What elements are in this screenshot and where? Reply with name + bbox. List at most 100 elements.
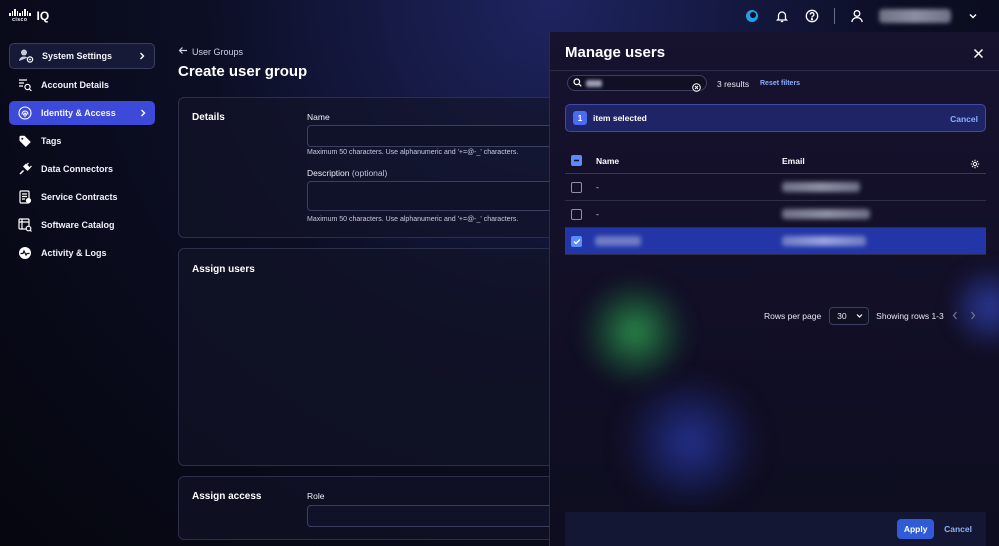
description-label-text: Description [307,168,350,178]
sidebar-item-software-catalog[interactable]: Software Catalog [9,213,155,237]
sidebar-item-account-details[interactable]: Account Details [9,73,155,97]
row-email-redacted [782,209,870,219]
catalog-icon [17,217,33,233]
pagination: Rows per page 30 Showing rows 1-3 [764,307,976,325]
row-name-redacted [595,236,641,246]
panel-divider [550,70,999,71]
table-row[interactable] [565,228,986,255]
role-select[interactable] [307,505,567,527]
panel-title: Manage users [565,44,666,61]
reset-filters-link[interactable]: Reset filters [760,80,800,87]
activity-icon [17,245,33,261]
assign-users-title: Assign users [192,264,255,275]
select-all-checkbox[interactable] [571,155,582,166]
bell-icon[interactable] [774,8,790,24]
cisco-logo-icon: cisco [9,9,31,23]
cancel-button[interactable]: Cancel [944,524,972,534]
sidebar-item-label: Service Contracts [41,192,118,202]
results-count: 3 results [717,79,750,89]
sidebar-item-label: Tags [41,136,62,146]
product-name: IQ [36,9,50,23]
next-page-icon[interactable] [970,311,976,322]
sidebar-item-label: Software Catalog [41,220,115,230]
close-icon[interactable] [971,46,985,60]
settings-user-icon [18,48,34,64]
rows-per-page-value: 30 [837,311,847,321]
app-logo[interactable]: cisco IQ [9,9,49,23]
description-label: Description (optional) [307,168,387,178]
sidebar-item-system-settings[interactable]: System Settings [9,43,155,69]
logo-sub-text: cisco [12,17,28,23]
sidebar-item-label: Account Details [41,80,110,90]
top-actions [744,8,981,24]
name-help-text: Maximum 50 characters. Use alphanumeric … [307,149,519,156]
description-input[interactable] [307,181,567,211]
table-row[interactable]: - [565,174,986,201]
sidebar-item-label: System Settings [42,51,113,61]
user-icon[interactable] [849,8,865,24]
user-name-redacted[interactable] [879,9,951,23]
name-label: Name [307,112,330,122]
row-email-redacted [782,182,860,192]
plug-icon [17,161,33,177]
rows-per-page-label: Rows per page [764,311,822,321]
sidebar-item-identity-access[interactable]: Identity & Access [9,101,155,125]
sidebar-item-tags[interactable]: Tags [9,129,155,153]
back-link-label: User Groups [192,46,244,57]
sidebar: System Settings Account Details Identity… [9,43,155,269]
status-logo-icon[interactable] [744,8,760,24]
chevron-down-icon [856,311,863,321]
selection-bar: 1 item selected Cancel [565,104,986,132]
main-header: User Groups Create user group [178,46,308,81]
description-help-text: Maximum 50 characters. Use alphanumeric … [307,216,519,223]
selection-cancel-button[interactable]: Cancel [950,114,978,124]
top-bar: cisco IQ [0,0,999,34]
prev-page-icon[interactable] [952,311,958,322]
gear-icon[interactable] [970,156,980,174]
page-arrows [952,311,976,322]
search-input[interactable] [567,74,707,92]
apply-button[interactable]: Apply [897,519,935,539]
tag-icon [17,133,33,149]
rows-per-page-select[interactable]: 30 [829,307,870,325]
help-icon[interactable] [804,8,820,24]
panel-footer: Apply Cancel [565,512,986,546]
arrow-left-icon [178,46,188,57]
background-glow [580,277,690,387]
row-checkbox[interactable] [571,181,582,193]
background-glow [610,382,770,502]
contract-icon [17,189,33,205]
optional-tag: (optional) [351,168,388,178]
showing-rows: Showing rows 1-3 [876,311,944,321]
column-header-email[interactable]: Email [782,156,805,166]
sidebar-item-activity-logs[interactable]: Activity & Logs [9,241,155,265]
chevron-down-icon[interactable] [965,8,981,24]
table-row[interactable]: - [565,201,986,228]
page-title: Create user group [178,63,308,80]
row-name: - [596,182,599,192]
selected-text: item selected [593,113,647,123]
row-checkbox[interactable] [571,235,582,247]
sidebar-item-service-contracts[interactable]: Service Contracts [9,185,155,209]
search-icon [573,74,582,92]
clear-search-icon[interactable] [692,79,701,97]
sidebar-item-label: Activity & Logs [41,248,107,258]
row-email-redacted [782,236,866,246]
role-label: Role [307,491,325,501]
sidebar-item-label: Data Connectors [41,164,114,174]
details-card: Details Name Maximum 50 characters. Use … [178,97,567,238]
sidebar-item-data-connectors[interactable]: Data Connectors [9,157,155,181]
assign-users-card: Assign users [178,248,558,466]
toolbar-divider [834,8,835,24]
assign-access-title: Assign access [192,491,262,502]
details-title: Details [192,112,225,123]
selected-count-badge: 1 [573,111,587,125]
back-link[interactable]: User Groups [178,46,307,57]
list-search-icon [17,77,33,93]
column-header-name[interactable]: Name [596,156,619,166]
row-checkbox[interactable] [571,208,582,220]
search-value-redacted [586,79,602,87]
name-input[interactable] [307,125,567,147]
users-table: Name Email - - [565,148,986,255]
sidebar-item-label: Identity & Access [41,108,116,118]
